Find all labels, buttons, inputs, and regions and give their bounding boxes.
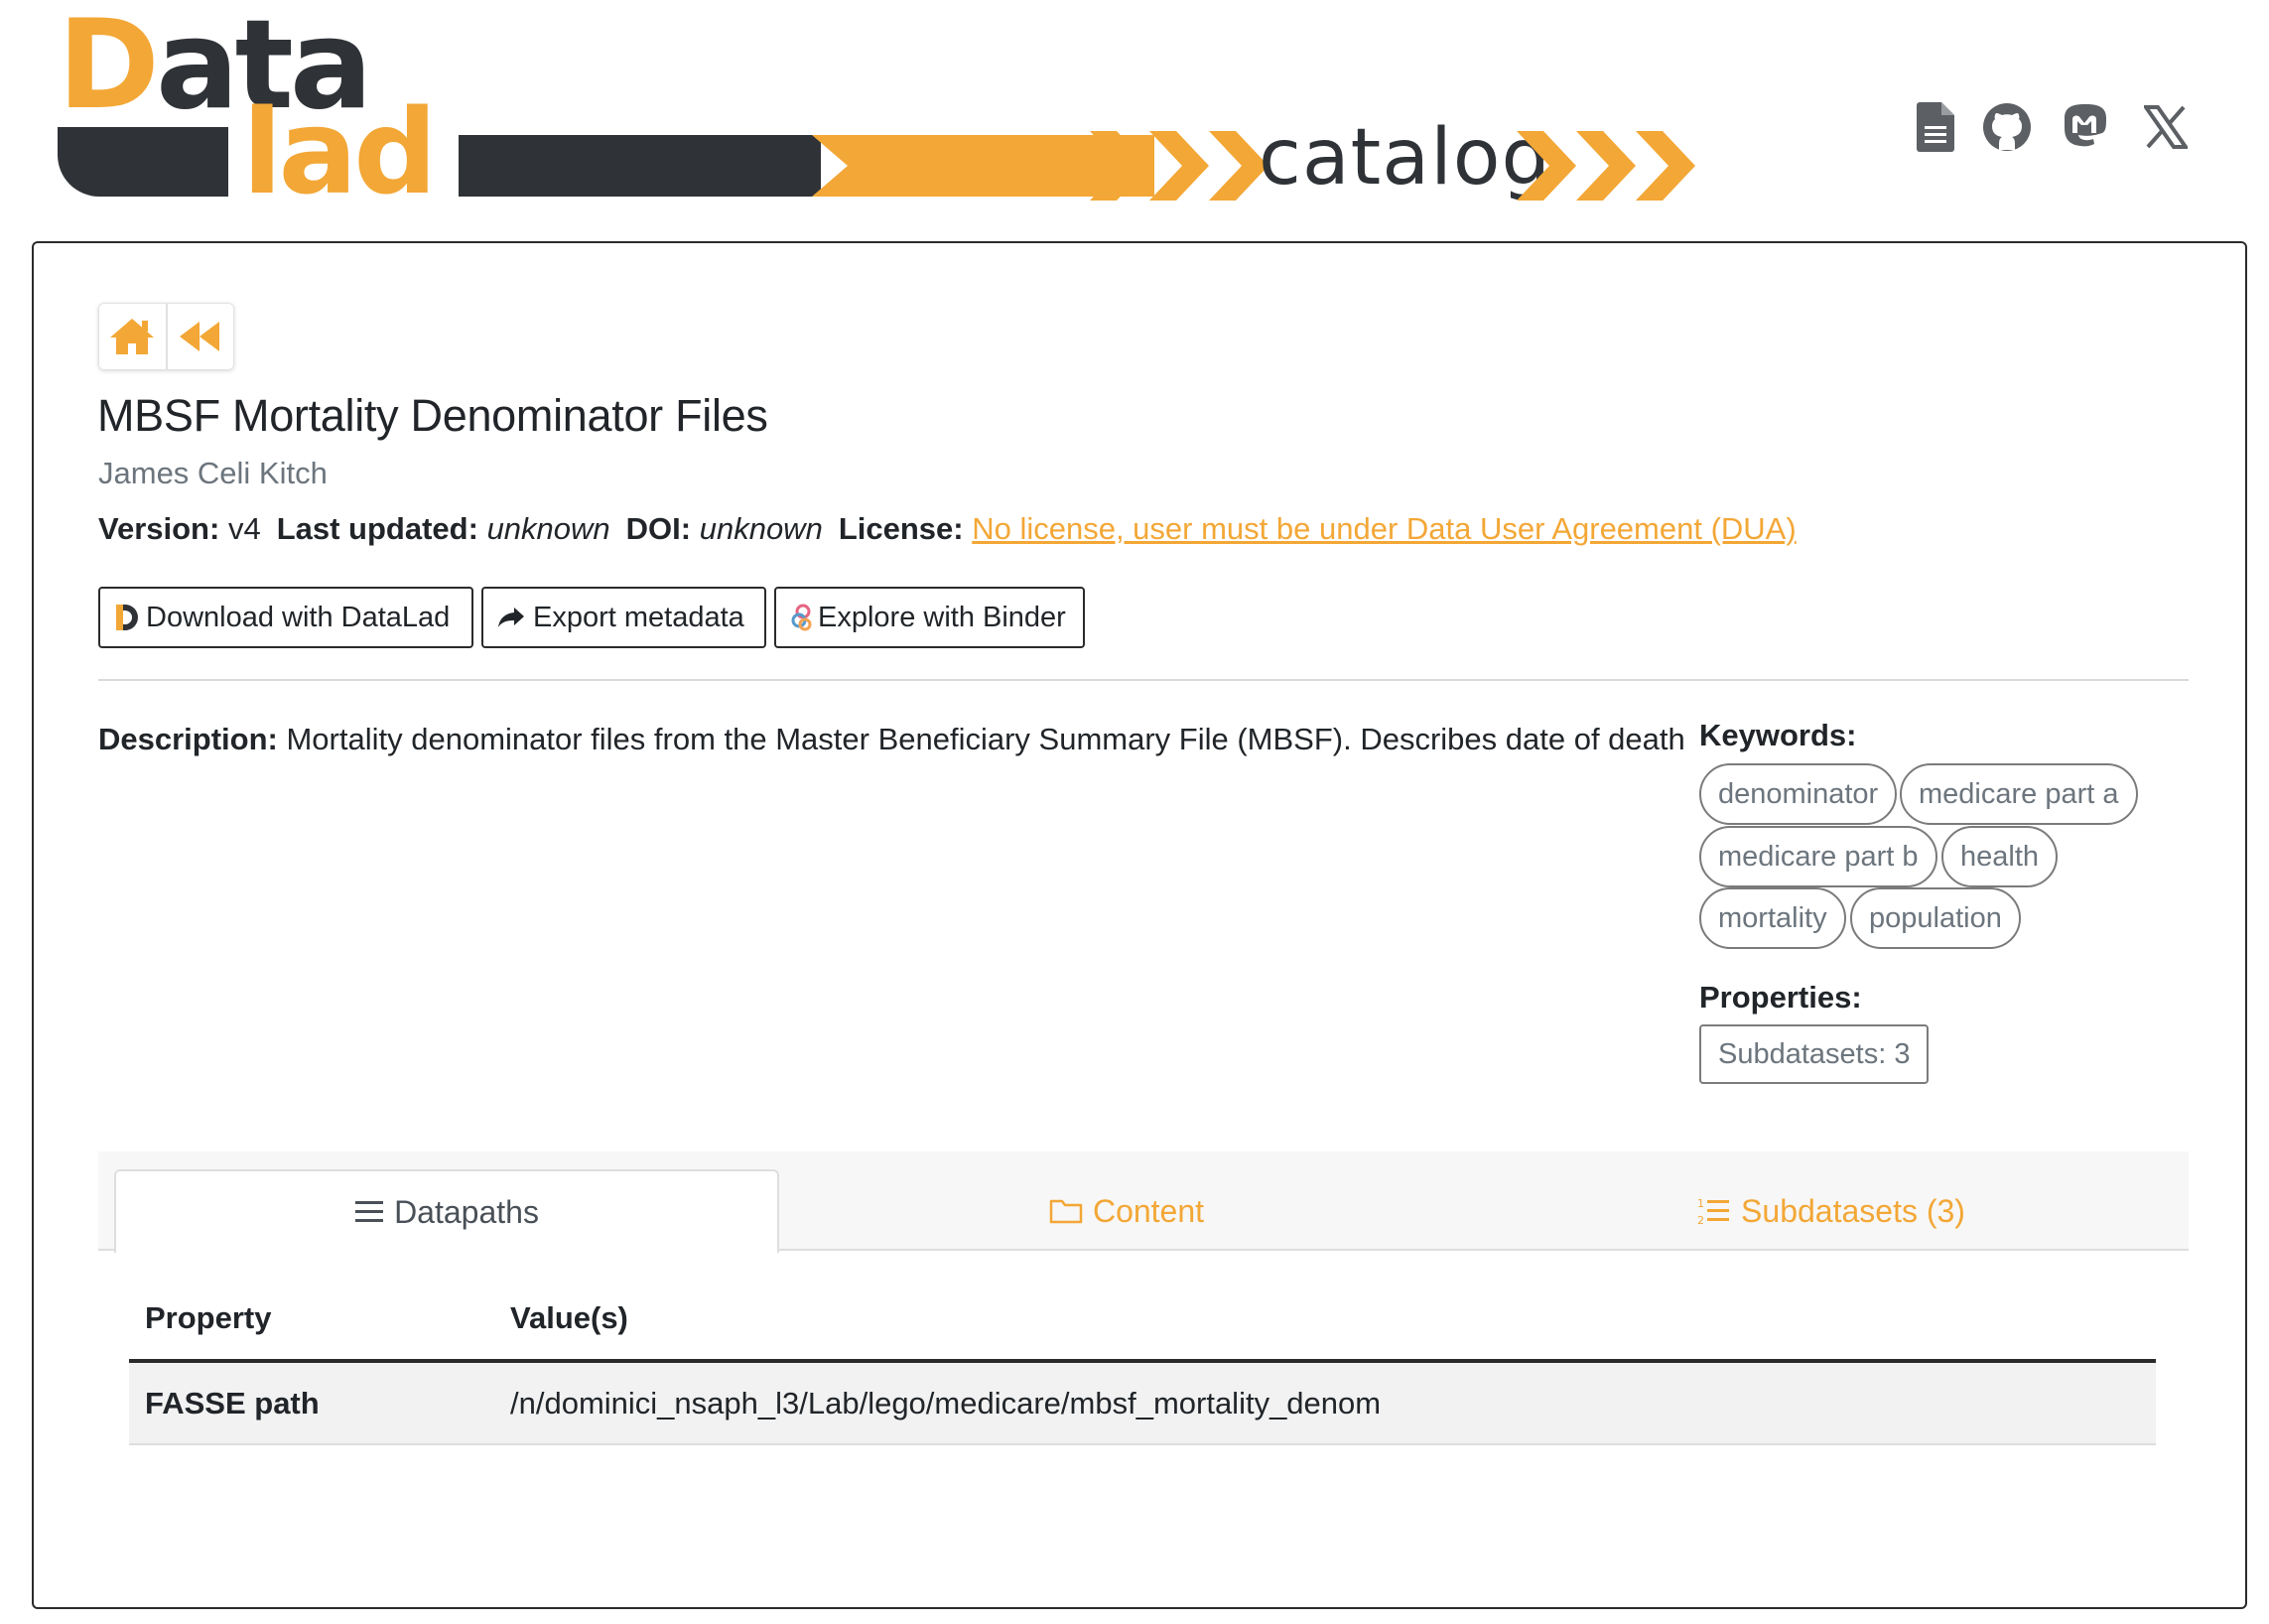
share-icon <box>498 608 524 627</box>
logo-chevron <box>1576 131 1636 201</box>
tab-subdatasets-label: Subdatasets (3) <box>1741 1192 1965 1229</box>
license-label: License: <box>838 511 964 546</box>
doi-label: DOI: <box>625 511 692 546</box>
description-label: Description: <box>98 722 278 756</box>
tab-bar: Datapaths Content 12 Subdatasets (3) <box>98 1151 2189 1253</box>
nav-button-group <box>98 303 234 370</box>
license-link[interactable]: No license, user must be under Data User… <box>972 511 1796 546</box>
tab-datapaths-label: Datapaths <box>394 1193 539 1230</box>
download-datalad-label: Download with DataLad <box>146 601 451 633</box>
description-text: Mortality denominator files from the Mas… <box>286 722 1685 756</box>
keyword-badge[interactable]: medicare part a <box>1900 763 2138 825</box>
folder-icon <box>1049 1199 1083 1224</box>
github-icon[interactable] <box>1981 99 2033 155</box>
keyword-badge[interactable]: denominator <box>1699 763 1898 825</box>
back-button[interactable] <box>165 304 233 369</box>
svg-text:1: 1 <box>1697 1197 1704 1210</box>
keyword-badge[interactable]: medicare part b <box>1699 826 1937 887</box>
x-icon[interactable] <box>2140 99 2192 155</box>
logo-text-lad: lad <box>242 83 438 220</box>
download-datalad-button[interactable]: Download with DataLad <box>98 587 473 648</box>
value-cell: /n/dominici_nsaph_l3/Lab/lego/medicare/m… <box>494 1361 2156 1445</box>
logo-bar-dark <box>459 135 821 197</box>
home-button[interactable] <box>99 304 166 369</box>
binder-icon <box>791 604 812 631</box>
logo-bar-left <box>58 127 228 197</box>
export-metadata-label: Export metadata <box>533 601 744 633</box>
svg-text:2: 2 <box>1697 1214 1704 1226</box>
subdatasets-count-badge: Subdatasets: 3 <box>1699 1024 1930 1084</box>
logo-text-catalog: catalog <box>1259 113 1551 203</box>
document-icon[interactable] <box>1914 99 1957 155</box>
dataset-title: MBSF Mortality Denominator Files <box>97 390 768 441</box>
backward-icon <box>179 322 219 351</box>
mastodon-icon[interactable] <box>2059 99 2110 155</box>
tab-subdatasets[interactable]: 12 Subdatasets (3) <box>1474 1169 2189 1253</box>
last-updated-value: unknown <box>486 511 610 546</box>
table-header-row: Property Value(s) <box>129 1278 2156 1363</box>
list-icon <box>355 1201 384 1222</box>
dataset-card: MBSF Mortality Denominator Files James C… <box>32 241 2247 1609</box>
ordered-list-icon: 12 <box>1697 1197 1730 1226</box>
logo-chevron <box>1149 131 1209 201</box>
explore-binder-button[interactable]: Explore with Binder <box>774 587 1085 648</box>
datalad-icon <box>116 605 138 630</box>
datapaths-table: Property Value(s) FASSE path /n/dominici… <box>129 1278 2156 1445</box>
dataset-author: James Celi Kitch <box>98 456 328 490</box>
home-icon <box>110 319 155 354</box>
explore-binder-label: Explore with Binder <box>818 601 1066 633</box>
site-header: Data lad catalog <box>0 0 2269 238</box>
properties-heading: Properties: <box>1699 980 1862 1015</box>
dataset-metadata-line: Version: v4 Last updated: unknown DOI: unk… <box>98 511 1797 547</box>
tab-content-label: Content <box>1092 1192 1205 1229</box>
keyword-badge[interactable]: mortality <box>1699 887 1846 949</box>
tab-datapaths[interactable]: Datapaths <box>114 1169 779 1253</box>
divider <box>98 679 2189 681</box>
logo-chevron <box>1636 131 1695 201</box>
last-updated-label: Last updated: <box>276 511 478 546</box>
export-metadata-button[interactable]: Export metadata <box>481 587 766 648</box>
column-header-values: Value(s) <box>494 1278 2156 1363</box>
property-cell: FASSE path <box>129 1361 494 1445</box>
description: Description: Mortality denominator files… <box>98 716 1696 763</box>
column-header-property: Property <box>129 1278 494 1363</box>
keyword-badge[interactable]: population <box>1850 887 2021 949</box>
version-value: v4 <box>227 511 261 546</box>
doi-value: unknown <box>699 511 823 546</box>
keywords-heading: Keywords: <box>1699 718 1857 752</box>
keyword-badge[interactable]: health <box>1941 826 2059 887</box>
tab-content[interactable]: Content <box>779 1169 1474 1253</box>
table-row: FASSE path /n/dominici_nsaph_l3/Lab/lego… <box>129 1361 2156 1445</box>
version-label: Version: <box>98 511 220 546</box>
datalad-catalog-logo[interactable]: Data lad catalog <box>58 4 1695 210</box>
